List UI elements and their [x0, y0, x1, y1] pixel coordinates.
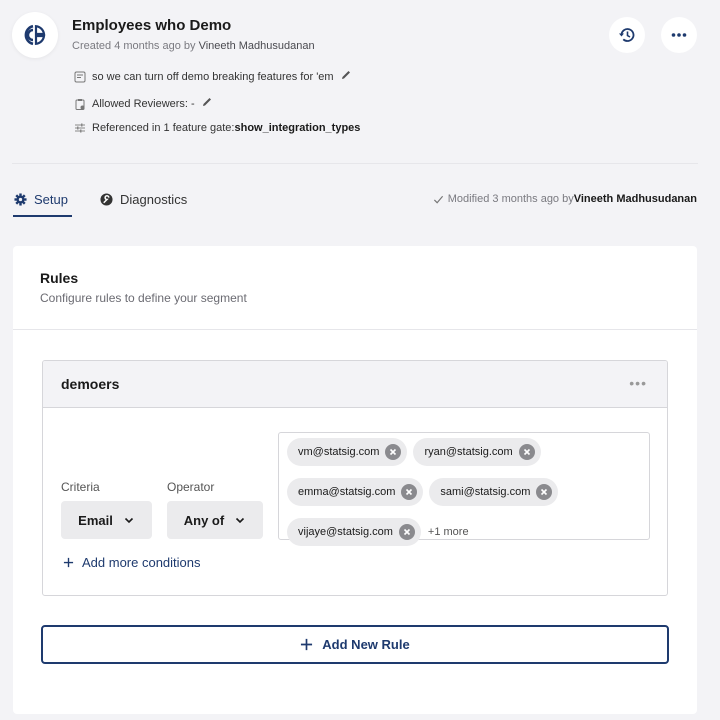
modified-prefix: Modified 3 months ago by [447, 193, 574, 205]
created-info: Created 4 months ago by Vineeth Madhusud… [72, 40, 315, 52]
more-horizontal-icon [671, 33, 687, 37]
chip-label: vm@statsig.com [298, 446, 380, 458]
plus-icon [301, 638, 313, 651]
remove-chip-icon[interactable] [536, 484, 553, 500]
history-button[interactable] [609, 17, 645, 53]
value-chip: ryan@statsig.com [413, 438, 541, 466]
add-new-rule-label: Add New Rule [322, 637, 410, 652]
plus-icon [63, 557, 74, 568]
remove-chip-icon[interactable] [385, 444, 402, 460]
modified-info: Modified 3 months ago by Vineeth Madhusu… [433, 193, 697, 205]
check-icon [433, 195, 443, 204]
sliders-icon [74, 122, 86, 134]
rules-card: Rules Configure rules to define your seg… [13, 246, 697, 714]
chip-label: sami@statsig.com [440, 486, 531, 498]
history-icon [619, 28, 635, 42]
remove-chip-icon[interactable] [518, 444, 535, 460]
criteria-value: Email [78, 512, 113, 528]
reviewers-text: Allowed Reviewers: - [92, 97, 195, 110]
value-chip: sami@statsig.com [429, 478, 559, 506]
header-divider [12, 163, 698, 164]
tab-diagnostics[interactable]: Diagnostics [100, 192, 187, 207]
value-chip: emma@statsig.com [287, 478, 424, 506]
statsig-logo-icon [24, 24, 46, 46]
more-values-link[interactable]: +1 more [427, 518, 469, 546]
add-conditions-label: Add more conditions [82, 555, 201, 570]
reviewers-row: Allowed Reviewers: - [74, 96, 213, 111]
value-chip: vm@statsig.com [287, 438, 408, 466]
operator-select[interactable]: Any of [167, 501, 263, 539]
segment-logo [12, 12, 58, 58]
rules-title: Rules [40, 270, 79, 286]
more-options-button[interactable] [661, 17, 697, 53]
chevron-down-icon [124, 517, 133, 524]
wrench-icon [100, 193, 113, 206]
referenced-prefix: Referenced in 1 feature gate: [92, 122, 235, 134]
gear-icon [14, 193, 27, 206]
clipboard-icon [74, 98, 86, 110]
add-conditions-button[interactable]: Add more conditions [63, 555, 201, 570]
value-chip: vijaye@statsig.com [287, 518, 421, 546]
rule-header: demoers ••• [43, 361, 667, 408]
rule-menu-button[interactable]: ••• [629, 375, 647, 391]
active-tab-indicator [13, 215, 72, 217]
operator-label: Operator [167, 480, 215, 494]
edit-reviewers-icon[interactable] [201, 96, 213, 111]
rule-demoers: demoers ••• Criteria Email Operator Any … [42, 360, 668, 596]
remove-chip-icon[interactable] [401, 484, 418, 500]
rules-divider [13, 329, 697, 330]
criteria-select[interactable]: Email [61, 501, 152, 539]
operator-value: Any of [183, 512, 225, 528]
tab-setup[interactable]: Setup [14, 192, 68, 207]
note-icon [74, 71, 86, 83]
description-row: so we can turn off demo breaking feature… [74, 69, 352, 84]
rules-subtitle: Configure rules to define your segment [40, 291, 247, 305]
modified-by: Vineeth Madhusudanan [573, 193, 697, 205]
created-by: Vineeth Madhusudanan [198, 40, 315, 52]
chevron-down-icon [236, 517, 245, 524]
referenced-gate-link[interactable]: show_integration_types [234, 122, 360, 134]
add-new-rule-button[interactable]: Add New Rule [41, 625, 669, 664]
remove-chip-icon[interactable] [398, 524, 415, 540]
chip-label: vijaye@statsig.com [298, 526, 393, 538]
page-title: Employees who Demo [72, 17, 232, 34]
description-text: so we can turn off demo breaking feature… [92, 70, 334, 83]
edit-description-icon[interactable] [340, 69, 352, 84]
criteria-label: Criteria [61, 480, 100, 494]
tab-setup-label: Setup [34, 192, 68, 207]
values-input[interactable]: vm@statsig.com ryan@statsig.com emma@sta… [278, 432, 650, 546]
created-prefix: Created 4 months ago by [72, 40, 199, 52]
rule-name: demoers [61, 376, 120, 392]
referenced-row: Referenced in 1 feature gate: show_integ… [74, 122, 360, 134]
tab-diagnostics-label: Diagnostics [120, 192, 188, 207]
chip-label: ryan@statsig.com [424, 446, 513, 458]
chip-label: emma@statsig.com [298, 486, 396, 498]
